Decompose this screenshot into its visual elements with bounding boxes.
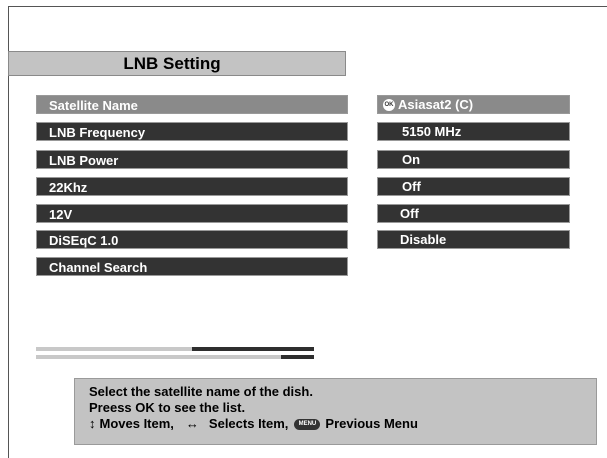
signal-quality-bar bbox=[36, 355, 314, 359]
selects-item-text: Selects Item, bbox=[208, 416, 289, 431]
help-line-1: Select the satellite name of the dish. bbox=[89, 384, 313, 399]
value-label: On bbox=[402, 152, 421, 167]
help-line-3: ↕ Moves Item, ↔ Selects Item, MENU Previ… bbox=[89, 416, 596, 432]
menu-item-label: DiSEqC 1.0 bbox=[49, 233, 119, 248]
value-label: Off bbox=[400, 206, 419, 221]
screen-frame-top bbox=[8, 6, 607, 7]
value-diseqc[interactable]: Disable bbox=[377, 230, 570, 249]
left-right-arrow-icon: ↔ bbox=[185, 416, 199, 431]
ok-button-icon: OK bbox=[383, 98, 395, 111]
value-lnb-power[interactable]: On bbox=[377, 150, 570, 169]
help-line-2: Preess OK to see the list. bbox=[89, 400, 246, 415]
signal-strength-fill bbox=[191, 347, 314, 351]
value-12v[interactable]: Off bbox=[377, 204, 570, 223]
moves-item-text: Moves Item, bbox=[99, 416, 174, 431]
value-label: Off bbox=[402, 179, 421, 194]
value-22khz[interactable]: Off bbox=[377, 177, 570, 196]
value-label: Asiasat2 (C) bbox=[398, 97, 474, 112]
menu-item-label: Channel Search bbox=[49, 260, 148, 275]
menu-item-label: 22Khz bbox=[49, 180, 88, 195]
up-down-arrow-icon: ↕ bbox=[89, 416, 96, 431]
menu-button-icon: MENU bbox=[294, 418, 321, 430]
signal-quality-fill bbox=[280, 355, 314, 359]
menu-item-label: 12V bbox=[49, 207, 73, 222]
menu-item-channel-search[interactable]: Channel Search bbox=[36, 257, 348, 276]
signal-strength-bar bbox=[36, 347, 314, 351]
menu-item-lnb-frequency[interactable]: LNB Frequency bbox=[36, 122, 348, 141]
previous-menu-text: Previous Menu bbox=[325, 416, 418, 431]
value-lnb-frequency[interactable]: 5150 MHz bbox=[377, 122, 570, 141]
menu-item-label: Satellite Name bbox=[49, 98, 138, 113]
menu-item-label: LNB Frequency bbox=[49, 125, 146, 140]
menu-item-lnb-power[interactable]: LNB Power bbox=[36, 150, 348, 169]
menu-item-12v[interactable]: 12V bbox=[36, 204, 348, 223]
title-bar: LNB Setting bbox=[8, 51, 346, 76]
page-title: LNB Setting bbox=[123, 53, 221, 73]
menu-item-22khz[interactable]: 22Khz bbox=[36, 177, 348, 196]
value-label: 5150 MHz bbox=[402, 124, 462, 139]
help-panel: Select the satellite name of the dish. P… bbox=[74, 378, 597, 445]
menu-item-diseqc[interactable]: DiSEqC 1.0 bbox=[36, 230, 348, 249]
menu-item-satellite-name[interactable]: Satellite Name bbox=[36, 95, 348, 114]
value-satellite-name[interactable]: OK Asiasat2 (C) bbox=[377, 95, 570, 114]
value-label: Disable bbox=[400, 232, 447, 247]
menu-item-label: LNB Power bbox=[49, 153, 119, 168]
